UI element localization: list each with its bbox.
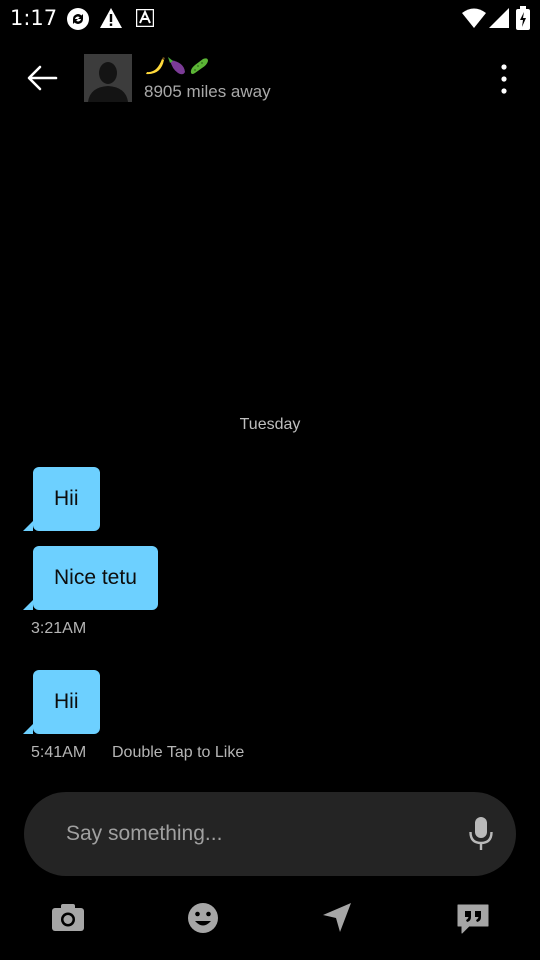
message-input[interactable] — [66, 818, 446, 850]
default-avatar-icon — [84, 54, 132, 102]
bubble-tail — [23, 521, 33, 531]
message-timestamp: 3:21AM — [31, 620, 87, 637]
camera-icon[interactable] — [48, 900, 88, 936]
message-bubble[interactable]: Hii — [23, 467, 100, 531]
message-composer — [24, 792, 516, 876]
font-icon — [136, 9, 154, 27]
day-separator: Tuesday — [239, 416, 301, 433]
chat-screen: 1:17 8905 miles away Tuesday Hii Nice te… — [0, 0, 540, 960]
contact-distance: 8905 miles away — [144, 82, 271, 101]
battery-icon — [516, 6, 530, 30]
avatar[interactable] — [84, 54, 132, 102]
signal-icon — [489, 8, 509, 28]
saved-phrases-icon[interactable] — [453, 900, 493, 936]
double-tap-hint: Double Tap to Like — [112, 744, 245, 761]
chat-header: 🍌🍆🥒 8905 miles away — [0, 36, 540, 120]
banana-icon — [146, 57, 165, 75]
message-text: Hii — [54, 690, 79, 713]
message-bubble[interactable]: Nice tetu — [23, 546, 158, 610]
back-button[interactable] — [22, 60, 62, 96]
eggplant-icon — [168, 57, 185, 75]
message-text: Nice tetu — [54, 566, 137, 589]
location-icon[interactable] — [317, 900, 357, 936]
wifi-icon — [462, 8, 486, 28]
bubble-tail — [23, 600, 33, 610]
sync-icon — [67, 8, 89, 30]
status-time: 1:17 — [10, 6, 58, 30]
contact-name[interactable]: 🍌🍆🥒 — [144, 54, 214, 78]
message-text: Hii — [54, 487, 79, 510]
overflow-menu-icon[interactable] — [492, 62, 516, 96]
bubble-tail — [23, 724, 33, 734]
microphone-icon[interactable] — [468, 816, 494, 852]
status-bar: 1:17 — [0, 0, 540, 36]
cucumber-icon — [190, 58, 208, 74]
warning-icon — [100, 8, 122, 28]
message-timestamp: 5:41AM — [31, 744, 87, 761]
emoji-icon[interactable] — [183, 900, 223, 936]
message-bubble[interactable]: Hii — [23, 670, 100, 734]
